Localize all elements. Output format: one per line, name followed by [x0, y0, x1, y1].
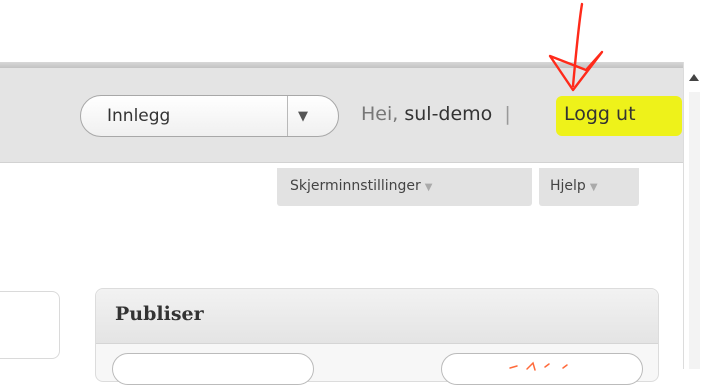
help-label: Hjelp	[550, 178, 586, 194]
user-greeting: Hei, sul-demo |	[361, 103, 517, 125]
chevron-down-icon[interactable]: ▼	[298, 109, 308, 124]
save-draft-button[interactable]	[112, 353, 314, 385]
scroll-up-arrow-icon[interactable]	[689, 74, 699, 81]
hand-drawn-arrow-icon	[548, 2, 604, 92]
username-link[interactable]: sul-demo	[404, 103, 492, 125]
dropdown-triangle-icon: ▼	[424, 182, 433, 193]
dropdown-triangle-icon: ▼	[589, 182, 598, 193]
select-divider	[287, 96, 288, 136]
screen-options-label: Skjerminnstillinger	[290, 178, 421, 194]
search-type-label: Innlegg	[107, 106, 171, 126]
separator: |	[504, 103, 511, 125]
search-type-select[interactable]: Innlegg ▼	[80, 95, 339, 137]
vertical-scrollbar[interactable]	[683, 62, 706, 369]
annotation-scribble-icon	[509, 361, 568, 371]
greeting-text: Hei,	[361, 103, 399, 125]
screen-options-button[interactable]: Skjerminnstillinger ▼	[277, 168, 532, 206]
scroll-track[interactable]	[689, 92, 700, 369]
help-button[interactable]: Hjelp ▼	[539, 168, 639, 206]
left-content-box	[0, 291, 60, 359]
publish-title: Publiser	[115, 303, 204, 325]
publish-panel-header[interactable]: Publiser	[96, 289, 658, 344]
